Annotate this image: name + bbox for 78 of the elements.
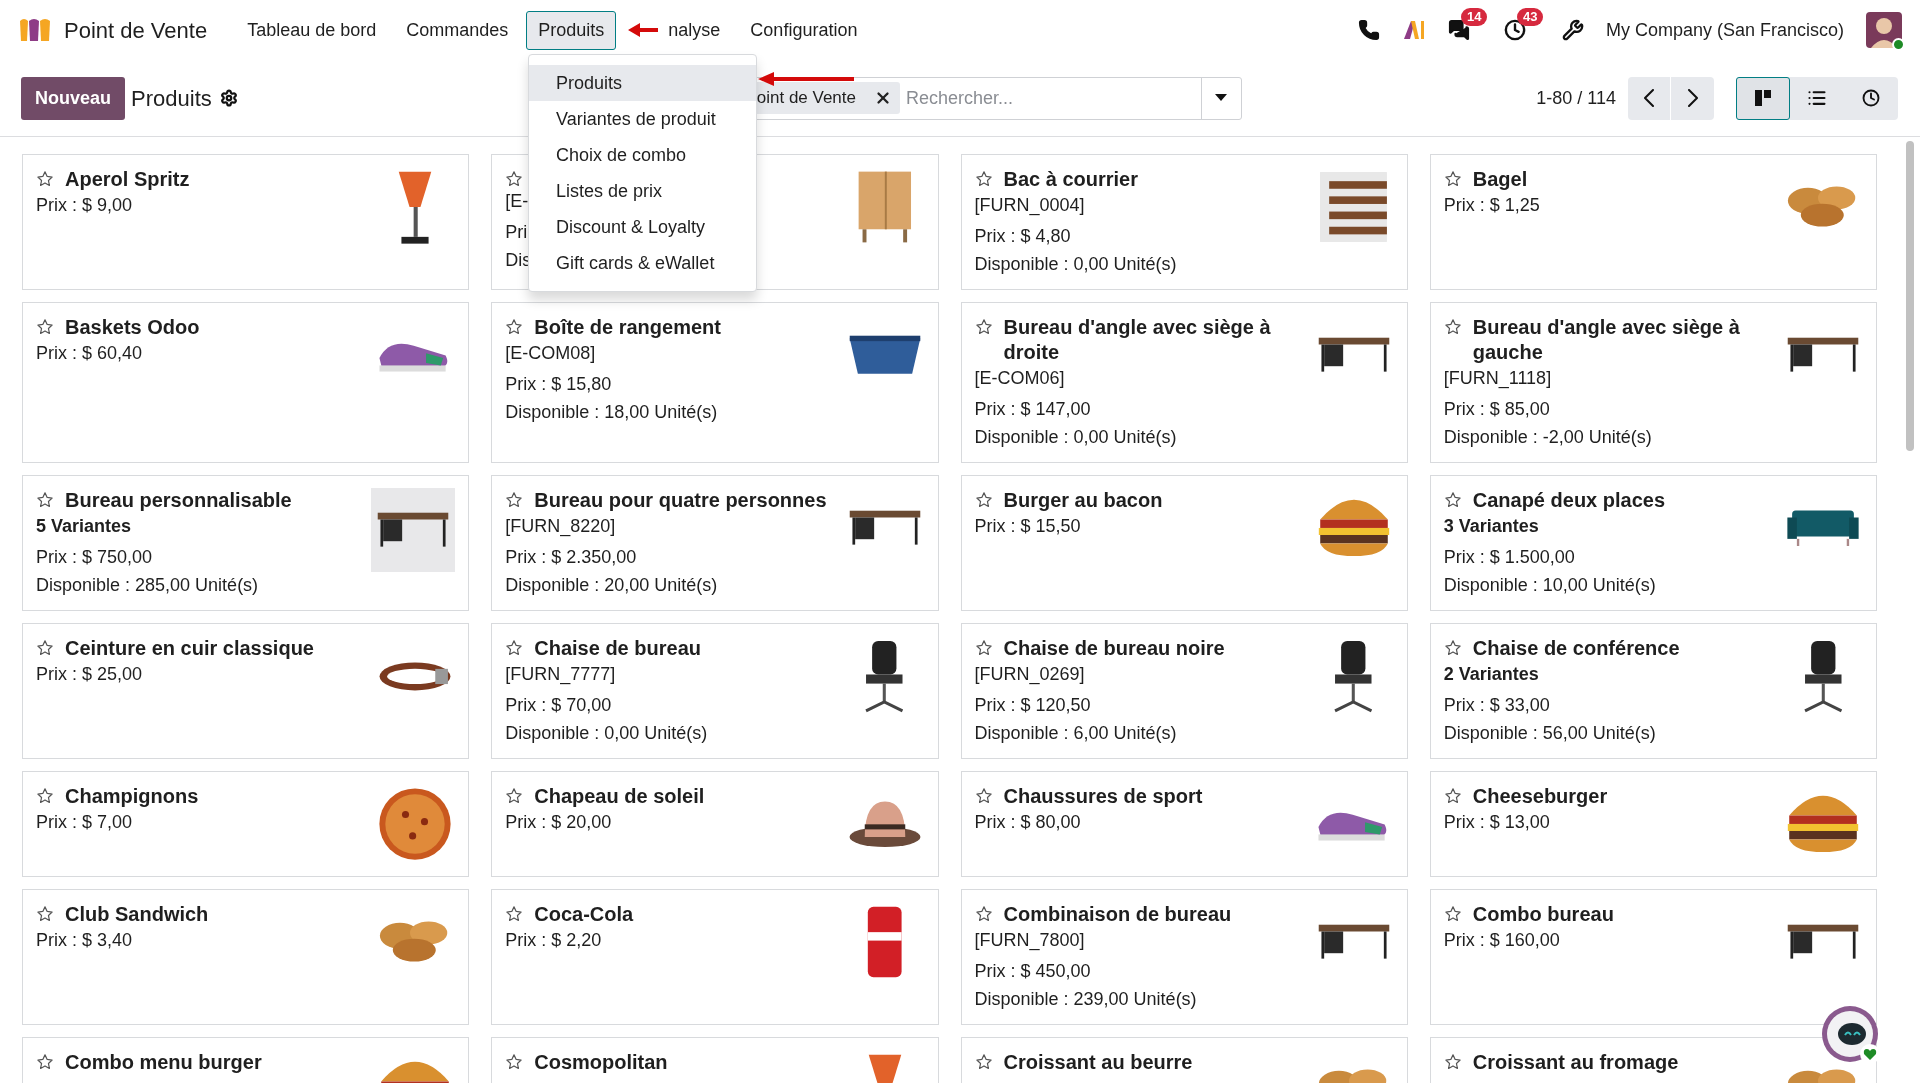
product-price: Prix : $ 2.350,00: [505, 546, 637, 569]
stock-quantity: Disponible : -2,00 Unité(s): [1443, 426, 1652, 449]
product-name: Baskets Odoo: [65, 315, 200, 340]
product-name: Champignons: [65, 784, 199, 809]
product-name: Croissant au fromage: [1472, 1050, 1679, 1075]
product-name: Aperol Spritz: [65, 167, 190, 192]
product-price: Prix : $ 15,80: [505, 373, 612, 396]
stock-quantity: Disponible : 0,00 Unité(s): [505, 722, 708, 745]
product-name: Chapeau de soleil: [534, 784, 705, 809]
product-price: Prix : $ 60,40: [36, 342, 143, 365]
product-name: Burger au bacon: [1003, 488, 1163, 513]
notification-badge: 14: [1460, 8, 1488, 26]
product-name: Croissant au beurre: [1003, 1050, 1193, 1075]
product-name: Cosmopolitan: [534, 1050, 668, 1075]
variant-count: 2 Variantes: [1443, 663, 1539, 686]
product-name: Chaise de conférence: [1472, 636, 1680, 661]
product-reference: [E-COM08]: [505, 342, 596, 365]
facet-label: oint de Vente: [756, 87, 856, 110]
product-name: Chaussures de sport: [1003, 784, 1203, 809]
product-name: Club Sandwich: [65, 902, 209, 927]
product-name: Bureau d'angle avec siège à droite: [1003, 315, 1272, 365]
product-price: Prix : $ 85,00: [1443, 398, 1550, 421]
product-reference: [FURN_0004]: [974, 194, 1085, 218]
product-reference: [E-: [505, 190, 529, 213]
product-price: Prix : $ 750,00: [36, 546, 153, 569]
notification-badge: 43: [1516, 8, 1544, 26]
stock-quantity: Disponible : 285,00 Unité(s): [36, 574, 259, 597]
product-name: Bagel: [1472, 167, 1528, 192]
product-reference: [E-COM06]: [974, 367, 1065, 390]
product-price: Prix : $ 9,00: [36, 194, 133, 217]
product-name: Coca-Cola: [534, 902, 634, 927]
product-price: Prix : $ 1,25: [1443, 194, 1540, 217]
product-name: Canapé deux places: [1472, 488, 1666, 513]
product-name: Bureau pour quatre personnes: [534, 488, 827, 513]
product-price: Prix : $ 25,00: [36, 663, 143, 686]
variant-count: 3 Variantes: [1443, 515, 1539, 538]
stock-quantity: Disponible : 0,00 Unité(s): [974, 426, 1177, 449]
stock-quantity: Disponible : 239,00 Unité(s): [974, 988, 1197, 1011]
stock-quantity: Disponible : 6,00 Unité(s): [974, 722, 1177, 745]
product-name: Chaise de bureau: [534, 636, 701, 661]
product-price: Prix : $ 450,00: [974, 960, 1091, 983]
product-reference: [FURN_7800]: [974, 929, 1085, 953]
product-name: Chaise de bureau noire: [1003, 636, 1225, 661]
product-price: Prix : $ 4,80: [974, 225, 1071, 248]
product-name: Combo menu burger: [65, 1050, 262, 1075]
product-price: Prix : $ 15,50: [974, 515, 1081, 538]
product-price: Prix : $ 160,00: [1443, 929, 1560, 952]
product-name: Bac à courrier: [1003, 167, 1138, 192]
stock-quantity: Disponible : 0,00 Unité(s): [974, 253, 1177, 276]
product-price: Prix : $ 7,00: [36, 811, 133, 834]
product-reference: [FURN_8220]: [505, 515, 616, 539]
product-price: Prix : $ 120,50: [974, 694, 1091, 717]
product-price: Prix : $ 147,00: [974, 398, 1091, 421]
stock-quantity: Disponible : 20,00 Unité(s): [505, 574, 718, 597]
product-price: Prix : $ 20,00: [505, 811, 612, 834]
product-name: Bureau personnalisable: [65, 488, 292, 513]
product-price: Prix : $ 80,00: [974, 811, 1081, 834]
stock-quantity: Disponible : 18,00 Unité(s): [505, 401, 718, 424]
product-price: Prix : $ 1.500,00: [1443, 546, 1575, 569]
product-price: Prix : $ 33,00: [1443, 694, 1550, 717]
variant-count: 5 Variantes: [36, 515, 132, 538]
product-reference: [FURN_0269]: [974, 663, 1085, 687]
page-title: Produits: [131, 84, 212, 113]
product-name: Boîte de rangement: [534, 315, 721, 340]
product-price: Prix : $ 13,00: [1443, 811, 1550, 834]
product-price: Prix : $ 3,40: [36, 929, 133, 952]
product-name: Ceinture en cuir classique: [65, 636, 314, 661]
product-name: Combinaison de bureau: [1003, 902, 1232, 927]
product-reference: [FURN_1118]: [1443, 367, 1552, 391]
product-price: Prix : $ 2,20: [505, 929, 602, 952]
stock-quantity: Disponible : 10,00 Unité(s): [1443, 574, 1656, 597]
product-price: Prix : $ 70,00: [505, 694, 612, 717]
product-name: Bureau d'angle avec siège à gauche: [1472, 315, 1741, 365]
product-name: Cheeseburger: [1472, 784, 1608, 809]
product-reference: [FURN_7777]: [505, 663, 616, 687]
stock-quantity: Disponible : 56,00 Unité(s): [1443, 722, 1656, 745]
product-price: Pri: [505, 221, 528, 244]
product-name: Combo bureau: [1472, 902, 1614, 927]
